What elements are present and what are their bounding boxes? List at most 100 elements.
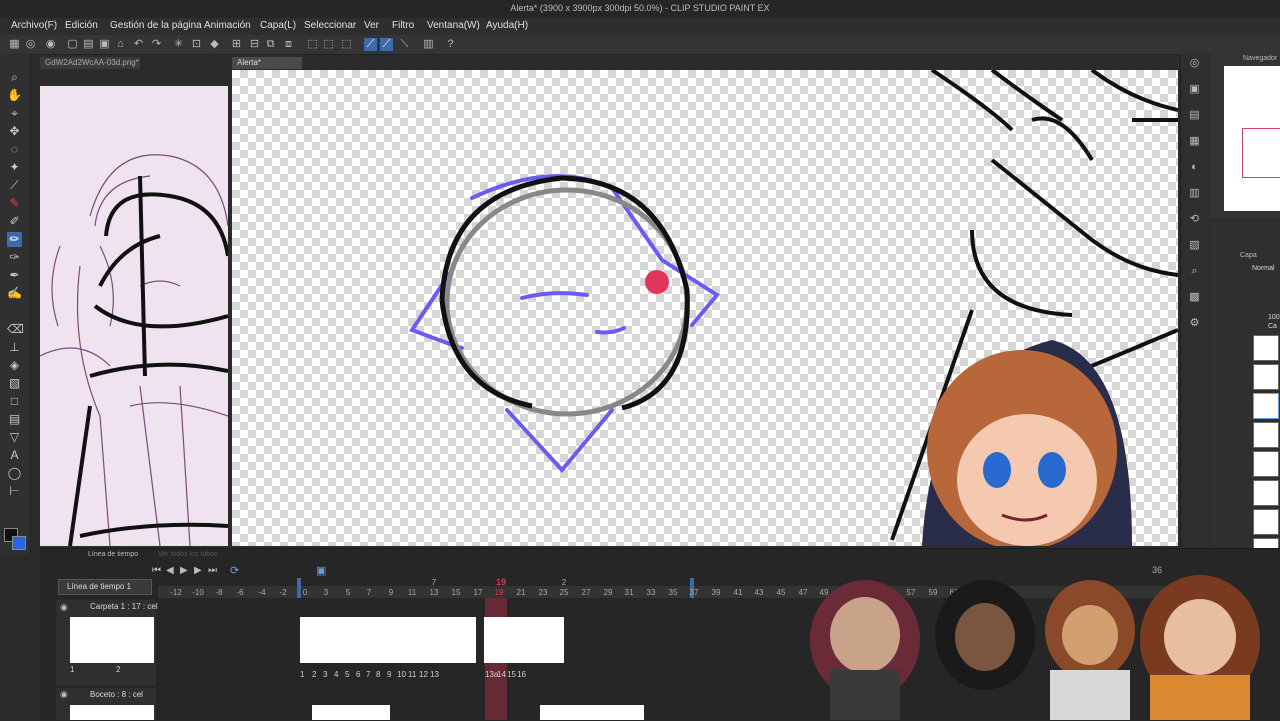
prev-frame-icon[interactable]: ◀ [166,565,174,576]
cel-block[interactable] [312,705,390,720]
onion-skin-icon[interactable]: ▣ [316,564,326,577]
undo-icon[interactable]: ↶ [132,38,145,51]
blend-icon[interactable]: ✍ [7,286,22,301]
decoration-icon[interactable]: ✒ [7,268,22,283]
airbrush-icon[interactable]: ✑ [7,250,22,265]
clip-studio-icon[interactable]: ◉ [44,38,57,51]
pencil-icon[interactable]: ✐ [7,214,22,229]
reference-canvas[interactable] [40,86,228,546]
operation-icon[interactable]: ⌖ [7,106,22,121]
cel-block[interactable] [300,617,476,663]
open-file-icon[interactable]: ▤ [82,38,95,51]
zoom-icon[interactable]: ⌕ [7,70,22,85]
lasso-icon[interactable]: ◌ [7,142,22,157]
next-frame-icon[interactable]: ▶ [194,565,202,576]
layer-thumb[interactable] [1253,451,1279,477]
timeline-select[interactable]: Línea de tiempo 1 [58,579,152,595]
eye-icon[interactable]: ◉ [60,602,68,613]
last-frame-icon[interactable]: ⏭ [208,565,217,576]
stamp-icon[interactable]: ⊥ [7,340,22,355]
first-frame-icon[interactable]: ⏮ [152,565,161,576]
hand-icon[interactable]: ✋ [7,88,22,103]
window-menu-icon[interactable]: ▦ [8,38,21,51]
ruler-label: 31 [624,588,634,597]
menu-ver[interactable]: Ver [364,20,379,31]
new-file-icon[interactable]: ▢ [66,38,79,51]
eraser-icon[interactable]: ⌫ [7,322,24,337]
snap-ruler-icon[interactable]: ⟋ [364,38,377,51]
settings-icon[interactable]: ◎ [24,38,37,51]
layer-property-icon[interactable]: ▥ [422,38,435,51]
brush-icon[interactable]: ✏ [7,232,22,247]
animation-cels-icon[interactable]: ▩ [1187,290,1202,305]
navigator-icon[interactable]: ◎ [1187,56,1202,71]
tool-palette: ⌕ ✋ ⌖ ✥ ◌ ✦ ⟋ ✎ ✐ ✏ ✑ ✒ ✍ ⌫ ⊥ ◈ ▧ □ ▤ ▽ … [0,54,31,554]
main-canvas[interactable] [232,70,1178,546]
deselect-icon[interactable]: ⬚ [306,38,319,51]
sub-color-swatch[interactable] [12,536,26,550]
redo-icon[interactable]: ↷ [150,38,163,51]
menu-ventana[interactable]: Ventana(W) [427,20,480,31]
navigator-preview[interactable] [1224,66,1280,211]
navigator-viewport[interactable] [1242,128,1280,178]
export-icon[interactable]: ⌂ [114,38,127,51]
eye-icon[interactable]: ◉ [60,689,68,700]
correct-line-icon[interactable]: ⊢ [7,484,22,499]
sub-view-icon[interactable]: ▣ [1187,82,1202,97]
layer-thumb[interactable] [1253,364,1279,390]
clear-icon[interactable]: ✳ [172,38,185,51]
fill-bucket-icon[interactable]: ◈ [7,358,22,373]
search-layer-icon[interactable]: ⌕ [1187,264,1202,279]
balloon-icon[interactable]: ◯ [7,466,22,481]
move-icon[interactable]: ✥ [7,124,22,139]
eyedropper-icon[interactable]: ⟋ [7,178,22,193]
layer-thumb[interactable] [1253,509,1279,535]
color-wheel-icon[interactable]: ◐ [1187,160,1202,175]
menu-ayuda[interactable]: Ayuda(H) [486,20,528,31]
play-icon[interactable]: ▶ [180,565,188,576]
magic-wand-icon[interactable]: ✦ [7,160,22,175]
tab-left-document[interactable]: GdW2Ad2WcAA-03d.png* [40,57,140,69]
mesh-icon[interactable]: ⧈ [282,38,295,51]
cel-block[interactable] [484,617,564,663]
show-selection-icon[interactable]: ⬚ [340,38,353,51]
crop-icon[interactable]: ⊡ [190,38,203,51]
track-thumb-strip [70,617,154,663]
menu-edicion[interactable]: Edición [65,20,98,31]
menu-animacion[interactable]: Animación [204,20,251,31]
layer-thumb[interactable] [1253,480,1279,506]
save-icon[interactable]: ▣ [98,38,111,51]
layer-thumb[interactable] [1253,422,1279,448]
menu-archivo[interactable]: Archivo(F) [11,20,57,31]
snap-special-icon[interactable]: ⟍ [398,38,411,51]
snap-grid-icon[interactable]: ⟋ [380,38,393,51]
tool-property-icon[interactable]: ⚙ [1187,316,1202,331]
transform-icon[interactable]: ⊞ [230,38,243,51]
figure-icon[interactable]: □ [7,394,22,409]
material-icon[interactable]: ▦ [1187,134,1202,149]
menu-capa[interactable]: Capa(L) [260,20,296,31]
ruler-icon[interactable]: ▽ [7,430,22,445]
layer-thumb-selected[interactable] [1253,393,1279,419]
tab-main-document[interactable]: Alerta* [232,57,302,69]
blend-mode-select[interactable]: Normal [1252,265,1275,272]
cel-block[interactable] [540,705,644,720]
text-icon[interactable]: A [7,448,22,463]
menu-seleccionar[interactable]: Seleccionar [304,20,356,31]
invert-icon[interactable]: ⬚ [322,38,335,51]
frame-icon[interactable]: ▤ [7,412,22,427]
fill-icon[interactable]: ◆ [208,38,221,51]
layer-thumb[interactable] [1253,335,1279,361]
scale-icon[interactable]: ⊟ [248,38,261,51]
pen-icon[interactable]: ✎ [7,196,22,211]
free-transform-icon[interactable]: ⧉ [264,38,277,51]
layer-property-panel-icon[interactable]: ▧ [1187,238,1202,253]
color-set-icon[interactable]: ▥ [1187,186,1202,201]
menu-gestion-pagina[interactable]: Gestión de la página [110,20,202,31]
menu-filtro[interactable]: Filtro [392,20,414,31]
help-icon[interactable]: ? [444,38,457,51]
gradient-icon[interactable]: ▧ [7,376,22,391]
loop-icon[interactable]: ⟳ [230,564,239,577]
item-bank-icon[interactable]: ▤ [1187,108,1202,123]
history-icon[interactable]: ⟲ [1187,212,1202,227]
